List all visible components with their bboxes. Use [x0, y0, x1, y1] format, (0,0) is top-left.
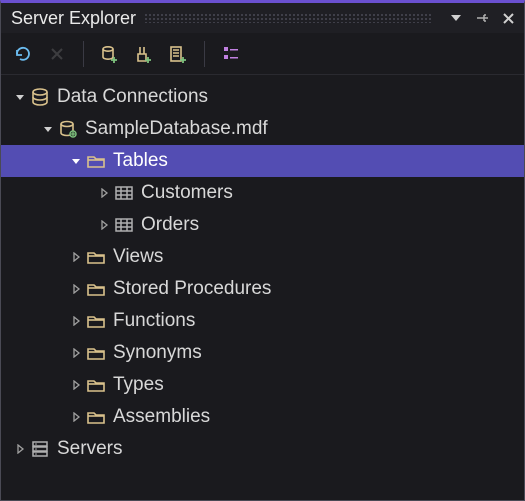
server-icon	[29, 438, 51, 460]
node-label: Tables	[113, 150, 168, 172]
table-icon	[113, 214, 135, 236]
expander-icon[interactable]	[11, 444, 29, 454]
folder-icon	[85, 310, 107, 332]
expander-icon[interactable]	[95, 188, 113, 198]
node-label: Assemblies	[113, 406, 210, 428]
toolbar	[1, 33, 524, 75]
expander-icon[interactable]	[67, 412, 85, 422]
node-label: Servers	[57, 438, 122, 460]
node-customers[interactable]: Customers	[1, 177, 524, 209]
close-icon[interactable]	[498, 8, 518, 28]
folder-icon	[85, 150, 107, 172]
expander-icon[interactable]	[11, 92, 29, 102]
folder-icon	[85, 278, 107, 300]
toolbar-divider	[83, 41, 84, 67]
node-stored-procedures[interactable]: Stored Procedures	[1, 273, 524, 305]
stop-button	[43, 40, 71, 68]
node-views[interactable]: Views	[1, 241, 524, 273]
toolbar-divider-2	[204, 41, 205, 67]
expander-icon[interactable]	[67, 284, 85, 294]
refresh-button[interactable]	[9, 40, 37, 68]
node-tables[interactable]: Tables	[1, 145, 524, 177]
node-data-connections[interactable]: Data Connections	[1, 81, 524, 113]
node-label: Types	[113, 374, 164, 396]
sort-category-button[interactable]	[217, 40, 245, 68]
node-label: Functions	[113, 310, 195, 332]
node-servers[interactable]: Servers	[1, 433, 524, 465]
database-icon	[57, 118, 79, 140]
node-types[interactable]: Types	[1, 369, 524, 401]
node-label: Data Connections	[57, 86, 208, 108]
add-service-button[interactable]	[164, 40, 192, 68]
node-orders[interactable]: Orders	[1, 209, 524, 241]
folder-icon	[85, 406, 107, 428]
node-functions[interactable]: Functions	[1, 305, 524, 337]
database-stack-icon	[29, 86, 51, 108]
table-icon	[113, 182, 135, 204]
tree-view[interactable]: Data Connections SampleDatabase.mdf Tabl…	[1, 75, 524, 465]
node-label: Orders	[141, 214, 199, 236]
expander-icon[interactable]	[39, 124, 57, 134]
panel-titlebar: Server Explorer	[1, 3, 524, 33]
expander-icon[interactable]	[67, 156, 85, 166]
node-label: Customers	[141, 182, 233, 204]
node-label: Views	[113, 246, 163, 268]
node-sample-database[interactable]: SampleDatabase.mdf	[1, 113, 524, 145]
node-label: Stored Procedures	[113, 278, 271, 300]
expander-icon[interactable]	[67, 316, 85, 326]
connect-database-button[interactable]	[96, 40, 124, 68]
window-dropdown-icon[interactable]	[446, 8, 466, 28]
expander-icon[interactable]	[67, 380, 85, 390]
node-label: SampleDatabase.mdf	[85, 118, 268, 140]
folder-icon	[85, 342, 107, 364]
pin-icon[interactable]	[472, 8, 492, 28]
expander-icon[interactable]	[67, 348, 85, 358]
expander-icon[interactable]	[67, 252, 85, 262]
titlebar-grip	[144, 13, 432, 23]
panel-title: Server Explorer	[11, 8, 136, 29]
folder-icon	[85, 374, 107, 396]
node-assemblies[interactable]: Assemblies	[1, 401, 524, 433]
node-label: Synonyms	[113, 342, 202, 364]
node-synonyms[interactable]: Synonyms	[1, 337, 524, 369]
connect-server-button[interactable]	[130, 40, 158, 68]
expander-icon[interactable]	[95, 220, 113, 230]
folder-icon	[85, 246, 107, 268]
